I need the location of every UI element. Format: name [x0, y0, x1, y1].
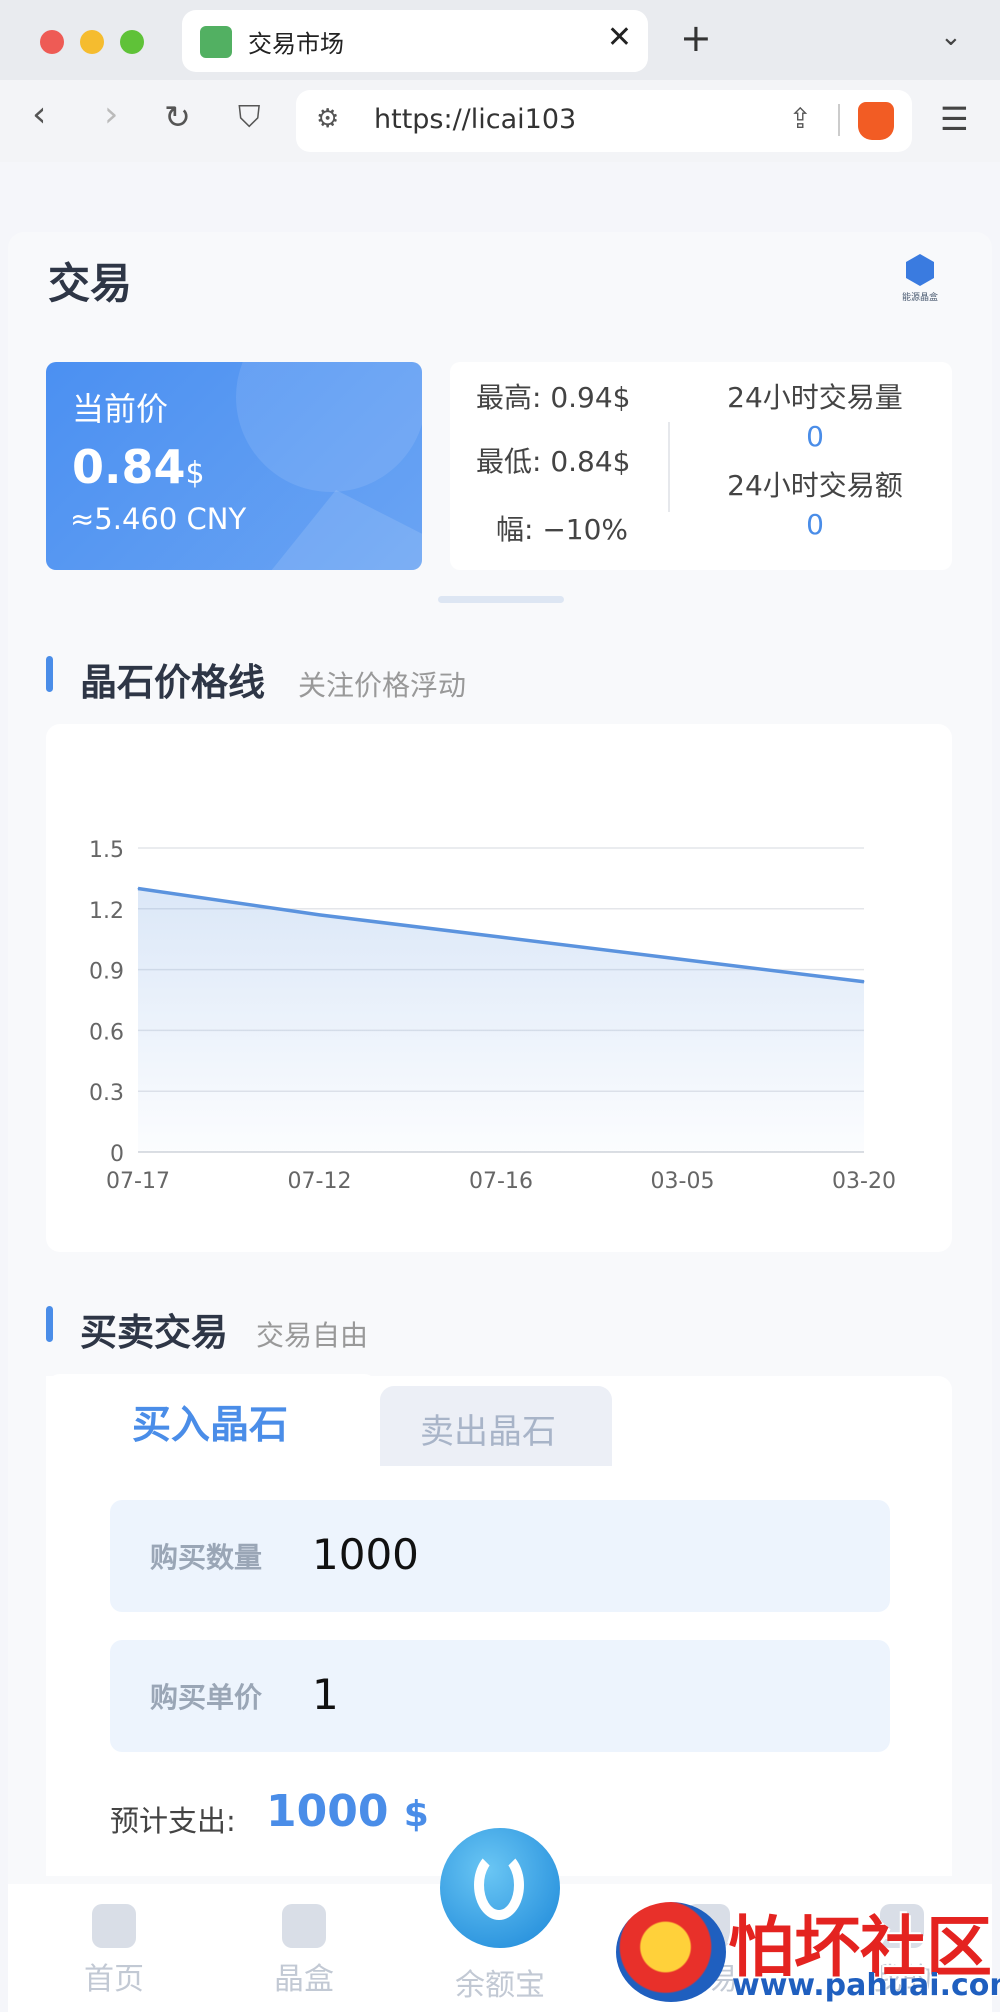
bookmark-icon[interactable]: ⛉ — [238, 100, 261, 135]
stats-divider — [668, 422, 670, 512]
amount-label: 24小时交易额 — [727, 469, 903, 502]
brave-shield-icon[interactable] — [858, 102, 894, 140]
url-separator — [838, 104, 840, 136]
url-text[interactable]: https://licai103 — [374, 104, 576, 135]
maximize-window-button[interactable] — [120, 30, 144, 54]
brand-hex-icon — [906, 254, 934, 286]
tab-buy-label: 买入晶石 — [132, 1403, 289, 1448]
quantity-input[interactable]: 1000 — [312, 1530, 419, 1579]
amount-value: 0 — [806, 508, 824, 541]
volume-value: 0 — [806, 420, 824, 453]
trade-section-title: 买卖交易 — [80, 1311, 228, 1354]
tab-sell[interactable]: 卖出晶石 — [380, 1386, 612, 1466]
price-area-fill — [138, 888, 864, 1152]
tab-close-icon[interactable]: ✕ — [607, 20, 632, 55]
current-price-unit: $ — [185, 456, 205, 491]
browser-toolbar: ‹ › ↻ ⛉ ⚙ https://licai103 ⇪ ☰ — [0, 80, 1000, 162]
price-change: 幅: −10% — [496, 513, 629, 546]
price-section-title: 晶石价格线 — [80, 661, 265, 704]
low-price: 最低: 0.84$ — [476, 445, 631, 478]
address-bar[interactable]: ⚙ https://licai103 ⇪ — [296, 90, 912, 152]
balance-logo-icon — [474, 1850, 524, 1920]
quantity-label: 购买数量 — [150, 1541, 263, 1574]
data-point — [137, 888, 139, 890]
menu-icon[interactable]: ☰ — [940, 100, 969, 138]
current-price-card: 当前价 0.84$ ≈5.460 CNY — [46, 362, 422, 570]
forward-icon[interactable]: › — [104, 94, 118, 135]
box-icon — [282, 1904, 326, 1948]
data-point — [682, 958, 683, 960]
x-tick-label: 07-17 — [106, 1169, 170, 1194]
x-tick-label: 07-16 — [469, 1169, 533, 1194]
new-tab-icon[interactable]: + — [680, 16, 712, 60]
nav-box[interactable]: 晶盒 — [244, 1904, 364, 1998]
x-tick-label: 07-12 — [288, 1169, 352, 1194]
balance-fab-button[interactable] — [440, 1828, 560, 1948]
home-icon — [92, 1904, 136, 1948]
current-price-number: 0.84 — [72, 440, 186, 494]
close-window-button[interactable] — [40, 30, 64, 54]
estimate-value: 1000 $ — [266, 1786, 429, 1837]
page-title: 交易 — [48, 259, 133, 308]
site-settings-icon[interactable]: ⚙ — [316, 104, 339, 134]
nav-home-label: 首页 — [84, 1962, 144, 1997]
site-favicon-icon — [200, 26, 232, 58]
tab-list-chevron-icon[interactable]: ⌄ — [940, 22, 962, 52]
quantity-field[interactable]: 购买数量 1000 — [110, 1500, 890, 1612]
estimate-unit: $ — [403, 1794, 429, 1835]
data-point — [319, 914, 320, 916]
data-point — [500, 936, 502, 938]
nav-box-label: 晶盒 — [274, 1962, 334, 1997]
browser-tab[interactable]: 交易市场 ✕ — [182, 10, 648, 72]
trade-section-accent — [46, 1306, 53, 1342]
tab-title: 交易市场 — [248, 30, 344, 58]
x-tick-label: 03-20 — [832, 1169, 896, 1194]
price-section-accent — [46, 656, 53, 692]
unit-price-input[interactable]: 1 — [312, 1670, 339, 1719]
unit-price-field[interactable]: 购买单价 1 — [110, 1640, 890, 1752]
carousel-indicator — [438, 596, 564, 603]
decorative-circle — [236, 362, 422, 492]
unit-price-label: 购买单价 — [150, 1681, 263, 1714]
nav-balance[interactable]: 余额宝 — [440, 1954, 560, 2004]
reload-icon[interactable]: ↻ — [164, 98, 191, 136]
y-tick-label: 0.9 — [89, 960, 124, 985]
brand-logo-text: 能源晶盒 — [901, 293, 938, 303]
trade-section-subtitle: 交易自由 — [256, 1319, 369, 1352]
current-price-cny: ≈5.460 CNY — [70, 502, 247, 536]
y-tick-label: 1.5 — [89, 838, 124, 863]
current-price-label: 当前价 — [72, 390, 169, 428]
nav-balance-label: 余额宝 — [455, 1968, 545, 2003]
y-tick-label: 0.3 — [89, 1081, 124, 1106]
watermark: 怕坏社区 www.pahuai.com — [616, 1900, 1000, 2012]
stats-card: 最高: 0.94$ 最低: 0.84$ 幅: −10% 24小时交易量 0 24… — [450, 362, 952, 570]
y-tick-label: 1.2 — [89, 899, 124, 924]
tab-buy[interactable]: 买入晶石 — [46, 1374, 378, 1466]
estimate-amount: 1000 — [266, 1786, 389, 1837]
estimate-label: 预计支出: — [110, 1804, 236, 1838]
y-tick-label: 0.6 — [89, 1020, 124, 1045]
tab-sell-label: 卖出晶石 — [420, 1412, 556, 1452]
price-chart: 0 0.3 0.6 0.9 1.2 1.5 07-17 07-12 07-16 03-05 03-… — [89, 838, 896, 1194]
volume-label: 24小时交易量 — [727, 381, 903, 414]
price-chart-card: 0 0.3 0.6 0.9 1.2 1.5 07-17 07-12 07-16 03-05 03-… — [46, 724, 952, 1252]
data-point — [863, 981, 865, 983]
price-section-subtitle: 关注价格浮动 — [298, 669, 467, 702]
nav-home[interactable]: 首页 — [54, 1904, 174, 1998]
share-icon[interactable]: ⇪ — [789, 102, 812, 135]
back-icon[interactable]: ‹ — [32, 94, 46, 135]
watermark-fish-logo-icon — [616, 1902, 726, 2002]
y-tick-label: 0 — [110, 1142, 124, 1167]
minimize-window-button[interactable] — [80, 30, 104, 54]
current-price-value: 0.84$ — [72, 440, 205, 494]
high-price: 最高: 0.94$ — [476, 381, 631, 414]
browser-titlebar: 交易市场 ✕ + ⌄ — [0, 0, 1000, 80]
x-tick-label: 03-05 — [651, 1169, 715, 1194]
watermark-url: www.pahuai.com — [732, 1968, 1000, 2003]
brand-logo: 能源晶盒 — [900, 254, 940, 306]
